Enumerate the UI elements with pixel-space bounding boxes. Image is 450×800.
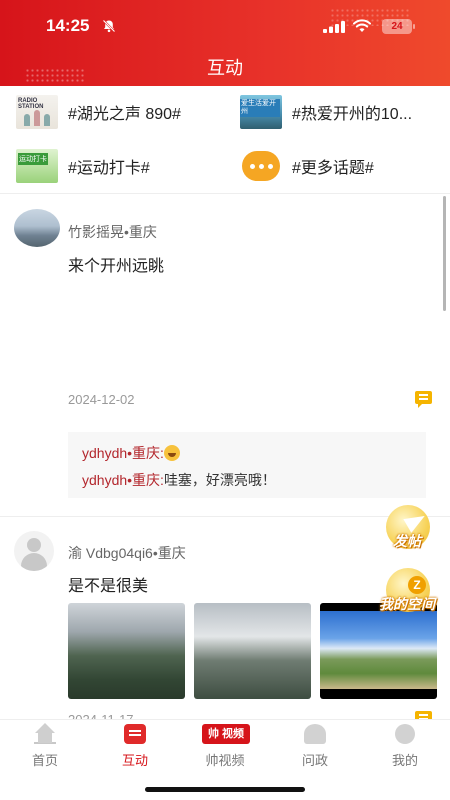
topic-label: #热爱开州的10... [292, 106, 413, 123]
post-feed[interactable]: 竹影摇晃•重庆 来个开州远眺 2024-12-02 ydhydh•重庆: ydh… [0, 195, 450, 720]
tab-video[interactable]: 帅 视频 帅视频 [180, 720, 270, 780]
avatar[interactable] [14, 531, 54, 571]
app-header: 14:25 24 互动 [0, 0, 450, 86]
post-author[interactable]: 渝 Vdbg04qi6•重庆 [68, 543, 186, 563]
more-icon [242, 151, 280, 181]
topic-thumbnail: 爱生活爱开州 [240, 95, 282, 129]
topic-label: #更多话题# [292, 160, 374, 177]
profile-icon [395, 724, 415, 744]
post-content[interactable]: 来个开州远眺 [68, 252, 164, 276]
topic-thumbnail: 运动打卡 [16, 149, 58, 183]
topic-label: #运动打卡# [68, 160, 150, 177]
tab-interact[interactable]: 互动 [90, 720, 180, 780]
topic-grid: RADIO STATION #湖光之声 890# 爱生活爱开州 #热爱开州的10… [0, 86, 450, 194]
topic-thumbnail: RADIO STATION [16, 95, 58, 129]
post-content[interactable]: 是不是很美 [68, 572, 148, 596]
topic-item[interactable]: 爱生活爱开州 #热爱开州的10... [240, 92, 450, 132]
tab-label: 首页 [31, 753, 58, 768]
status-time: 14:25 [46, 16, 90, 35]
reply-user: ydhydh•重庆: [82, 472, 164, 488]
topic-label: #湖光之声 890# [68, 106, 181, 123]
tab-home[interactable]: 首页 [0, 720, 90, 780]
post-fab-button[interactable]: 发帖 [378, 505, 436, 563]
my-space-fab-button[interactable]: Z 我的空间 [378, 568, 436, 626]
post-photo[interactable] [68, 603, 185, 699]
page-title: 互动 [207, 58, 243, 78]
tab-gov[interactable]: 问政 [270, 720, 360, 780]
fab-label: 我的空间 [379, 596, 435, 612]
reply-item[interactable]: ydhydh•重庆:哇塞，好漂亮哦！ [82, 467, 412, 494]
post-item[interactable]: 竹影摇晃•重庆 来个开州远眺 2024-12-02 ydhydh•重庆: ydh… [0, 195, 450, 517]
tab-label: 帅视频 [205, 753, 245, 768]
government-icon [304, 724, 326, 744]
reply-user: ydhydh•重庆: [82, 445, 164, 461]
battery-icon: 24 [382, 19, 415, 34]
scrollbar[interactable] [443, 196, 446, 311]
reply-text: 哇塞，好漂亮哦！ [163, 472, 276, 488]
topic-item[interactable]: 运动打卡 #运动打卡# [16, 146, 226, 186]
more-topics[interactable]: #更多话题# [240, 146, 450, 186]
home-icon [34, 723, 56, 744]
chat-icon [124, 724, 146, 744]
tab-label: 互动 [121, 753, 148, 768]
bell-off-icon [102, 19, 116, 33]
post-date: 2024-12-02 [68, 392, 135, 407]
post-photo[interactable] [194, 603, 311, 699]
tab-label: 问政 [301, 753, 328, 768]
fab-label: 发帖 [393, 533, 421, 549]
reply-item[interactable]: ydhydh•重庆: [82, 440, 412, 467]
avatar[interactable] [14, 209, 60, 247]
signal-icon [323, 21, 345, 33]
post-author[interactable]: 竹影摇晃•重庆 [68, 222, 157, 242]
home-indicator [145, 787, 305, 792]
tab-label: 我的 [391, 753, 418, 768]
paper-plane-icon [403, 509, 429, 533]
reply-list: ydhydh•重庆: ydhydh•重庆:哇塞，好漂亮哦！ [68, 432, 426, 498]
tab-me[interactable]: 我的 [360, 720, 450, 780]
comment-icon[interactable] [415, 391, 432, 408]
grin-emoji-icon [163, 445, 180, 461]
wifi-icon [353, 19, 371, 32]
topic-item[interactable]: RADIO STATION #湖光之声 890# [16, 92, 226, 132]
video-logo-icon: 帅 视频 [202, 724, 250, 744]
z-badge-icon: Z [408, 576, 426, 594]
